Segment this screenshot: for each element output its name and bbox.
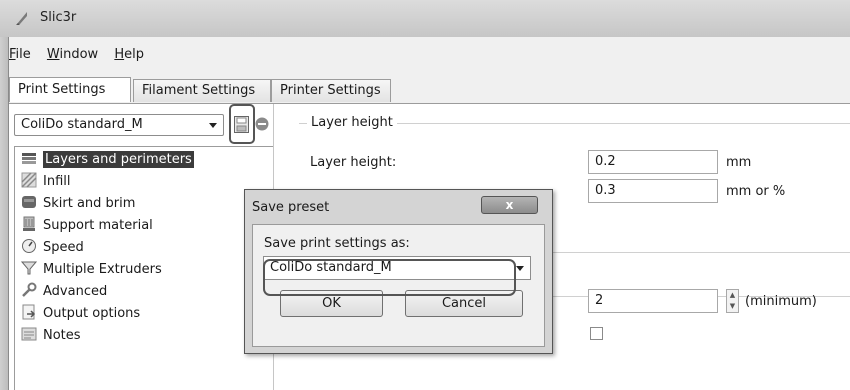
chevron-down-icon[interactable] (516, 266, 524, 271)
menu-file[interactable]: File (9, 45, 37, 65)
wrench-icon (22, 282, 37, 297)
tab-printer-settings[interactable]: Printer Settings (271, 79, 391, 102)
spin-up-icon[interactable]: ▲ (727, 290, 738, 301)
close-icon: x (505, 198, 514, 212)
dialog-title: Save preset (252, 200, 330, 215)
layer-height-label: Layer height: (310, 155, 397, 170)
list-item-extruders[interactable]: Multiple Extruders (21, 259, 162, 281)
settings-tabs: Print Settings Filament Settings Printer… (9, 77, 850, 104)
delete-preset-icon[interactable] (255, 117, 269, 131)
extruders-icon (21, 261, 37, 275)
slic3r-app-icon (16, 12, 27, 25)
skirt-icon (22, 196, 36, 208)
save-as-label: Save print settings as: (264, 236, 410, 251)
perimeters-input[interactable]: 2 (588, 289, 718, 313)
support-icon (23, 216, 35, 231)
list-item-advanced[interactable]: Advanced (21, 281, 107, 303)
spin-down-icon[interactable]: ▼ (727, 301, 738, 312)
dialog-close-button[interactable]: x (481, 196, 538, 214)
menu-window[interactable]: Window (41, 45, 104, 65)
layer-height-unit: mm (726, 155, 752, 170)
output-icon (22, 304, 36, 320)
infill-icon (21, 172, 37, 188)
window-frame-left (0, 37, 9, 390)
list-item-layers[interactable]: Layers and perimeters (21, 149, 194, 171)
perimeters-spinner[interactable]: ▲ ▼ (726, 289, 739, 313)
save-preset-icon[interactable] (234, 116, 249, 133)
preset-dropdown[interactable]: ColiDo standard_M (14, 114, 224, 136)
option-checkbox[interactable] (590, 327, 603, 340)
first-layer-height-input[interactable]: 0.3 (588, 179, 718, 203)
tab-print-settings[interactable]: Print Settings (9, 77, 131, 102)
list-item-output[interactable]: Output options (21, 303, 140, 325)
chevron-down-icon (209, 123, 217, 128)
category-list: Layers and perimeters Infill Skirt and b… (14, 146, 274, 390)
tab-filament-settings[interactable]: Filament Settings (133, 79, 271, 102)
layers-icon (22, 153, 36, 164)
list-item-skirt-brim[interactable]: Skirt and brim (21, 193, 135, 215)
list-item-notes[interactable]: Notes (21, 325, 81, 347)
list-item-speed[interactable]: Speed (21, 237, 84, 259)
list-item-support[interactable]: Support material (21, 215, 153, 237)
notes-icon (21, 327, 37, 341)
menu-help[interactable]: Help (108, 45, 150, 65)
window-titlebar: Slic3r (0, 0, 850, 38)
speed-icon (22, 239, 36, 253)
menu-bar: File Window Help (9, 45, 150, 67)
preset-name-highlight (263, 259, 516, 296)
group-title-layer-height: Layer height (307, 115, 397, 130)
perimeters-unit: (minimum) (745, 294, 817, 309)
preset-value: ColiDo standard_M (21, 117, 143, 132)
first-layer-height-unit: mm or % (726, 184, 786, 199)
window-title: Slic3r (40, 10, 77, 25)
layer-height-input[interactable]: 0.2 (588, 150, 718, 174)
list-item-infill[interactable]: Infill (21, 171, 71, 193)
